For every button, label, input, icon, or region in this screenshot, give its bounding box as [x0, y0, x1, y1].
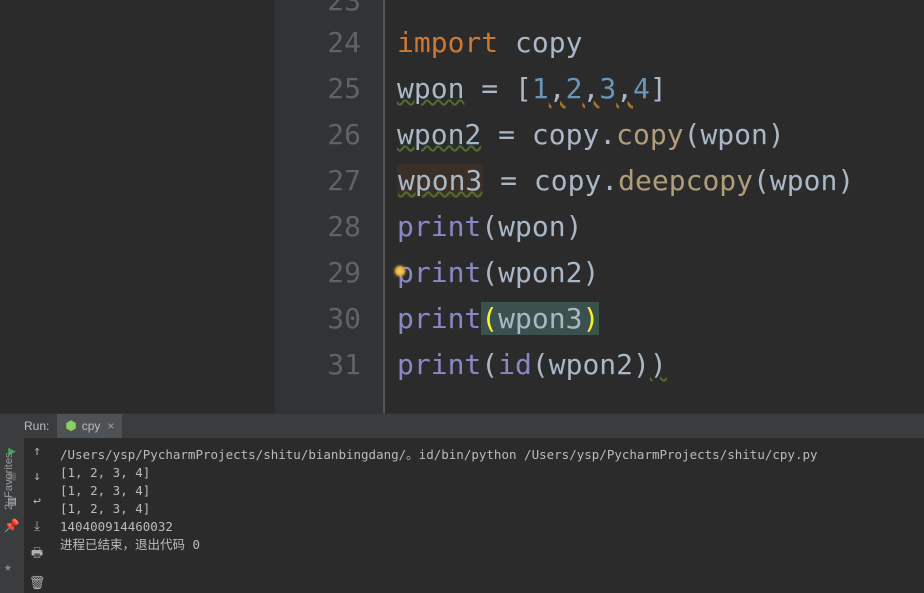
line-number: 23: [275, 0, 383, 20]
line-number: 31: [275, 342, 383, 388]
run-header: Run: ⬢ cpy ×: [0, 414, 924, 438]
code-line: wpon2 = copy.copy(wpon): [397, 112, 924, 158]
line-number: 24: [275, 20, 383, 66]
up-icon[interactable]: ↑: [33, 444, 41, 459]
console-line: 140400914460032: [60, 518, 914, 536]
close-icon[interactable]: ×: [107, 419, 114, 433]
run-label: Run:: [0, 419, 57, 433]
wrap-icon[interactable]: ↩: [33, 494, 41, 509]
trash-icon[interactable]: 🗑: [29, 576, 46, 591]
tab-label: cpy: [82, 419, 101, 433]
scroll-icon[interactable]: ⤓: [34, 519, 40, 534]
console-output[interactable]: /Users/ysp/PycharmProjects/shitu/bianbin…: [50, 438, 924, 593]
line-number: 25: [275, 66, 383, 112]
console-line: 进程已结束，退出代码 0: [60, 536, 914, 554]
line-number: 29: [275, 250, 383, 296]
line-number: 26: [275, 112, 383, 158]
left-gutter-spacer: [0, 0, 275, 413]
code-editor[interactable]: import copy wpon = [1,2,3,4] wpon2 = cop…: [383, 0, 924, 413]
line-number: 28: [275, 204, 383, 250]
console-line: /Users/ysp/PycharmProjects/shitu/bianbin…: [60, 446, 914, 464]
console-line: [1, 2, 3, 4]: [60, 482, 914, 500]
line-number-gutter[interactable]: 23 24 25 26 27 28 29 30 31: [275, 0, 383, 413]
python-icon: ⬢: [65, 418, 76, 434]
code-line: [397, 0, 924, 20]
print-icon[interactable]: 🖶: [31, 544, 43, 566]
editor-area: 23 24 25 26 27 28 29 30 31 import copy w…: [0, 0, 924, 413]
run-body: ▶ ■ ▤ 📌 ↑ ↓ ↩ ⤓ 🖶 🗑 /Users/ysp/PycharmPr…: [0, 438, 924, 593]
code-line: wpon3 = copy.deepcopy(wpon): [397, 158, 924, 204]
line-number: 27: [275, 158, 383, 204]
code-line-current: print(wpon3): [397, 296, 924, 342]
code-line: print(id(wpon2)): [397, 342, 924, 388]
pin-icon[interactable]: 📌: [4, 519, 20, 534]
star-icon: ★: [4, 560, 12, 575]
favorites-sidebar-button[interactable]: 2: Favorites: [3, 453, 15, 510]
console-toolbar: ↑ ↓ ↩ ⤓ 🖶 🗑: [24, 438, 50, 593]
code-line: print(wpon): [397, 204, 924, 250]
down-icon[interactable]: ↓: [33, 469, 41, 484]
run-tool-window: Run: ⬢ cpy × ▶ ■ ▤ 📌 ↑ ↓ ↩ ⤓ 🖶 🗑 /Users/…: [0, 413, 924, 593]
console-line: [1, 2, 3, 4]: [60, 500, 914, 518]
line-number: 30: [275, 296, 383, 342]
console-line: [1, 2, 3, 4]: [60, 464, 914, 482]
code-line: wpon = [1,2,3,4]: [397, 66, 924, 112]
code-line: import copy: [397, 20, 924, 66]
intention-bulb-icon[interactable]: [395, 266, 405, 276]
code-line: print(wpon2): [397, 250, 924, 296]
run-config-tab[interactable]: ⬢ cpy ×: [57, 414, 122, 438]
